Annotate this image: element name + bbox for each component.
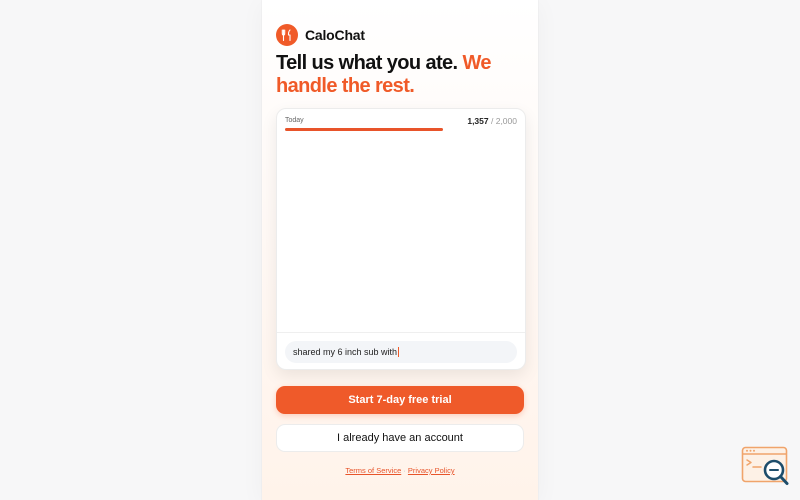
legal-separator: · — [401, 466, 408, 475]
chat-messages-area — [277, 135, 525, 333]
divider — [277, 332, 525, 333]
browser-search-icon[interactable] — [741, 446, 791, 488]
page-title: Tell us what you ate. We handle the rest… — [276, 52, 526, 98]
legal-links: Terms of Service · Privacy Policy — [262, 466, 538, 475]
fork-knife-icon — [276, 24, 298, 46]
brand: CaloChat — [276, 24, 365, 46]
chat-demo-card: Today 1,357 / 2,000 shared my 6 inch sub… — [276, 108, 526, 370]
app-name: CaloChat — [305, 27, 365, 43]
login-button[interactable]: I already have an account — [276, 424, 524, 452]
calorie-progress-bar — [285, 128, 517, 131]
terms-link[interactable]: Terms of Service — [345, 466, 401, 475]
chat-input[interactable]: shared my 6 inch sub with — [285, 341, 517, 363]
start-trial-button[interactable]: Start 7-day free trial — [276, 386, 524, 414]
day-label: Today — [285, 117, 304, 124]
calories-goal: 2,000 — [495, 116, 517, 126]
headline-main: Tell us what you ate. — [276, 52, 458, 74]
privacy-link[interactable]: Privacy Policy — [408, 466, 455, 475]
text-caret — [398, 347, 400, 357]
chat-input-text: shared my 6 inch sub with — [293, 347, 398, 357]
calories-current: 1,357 — [467, 116, 489, 126]
calories-separator: / — [488, 116, 496, 126]
calorie-count: 1,357 / 2,000 — [467, 116, 517, 126]
onboarding-screen: CaloChat Tell us what you ate. We handle… — [262, 0, 538, 500]
calorie-progress-fill — [285, 128, 443, 131]
